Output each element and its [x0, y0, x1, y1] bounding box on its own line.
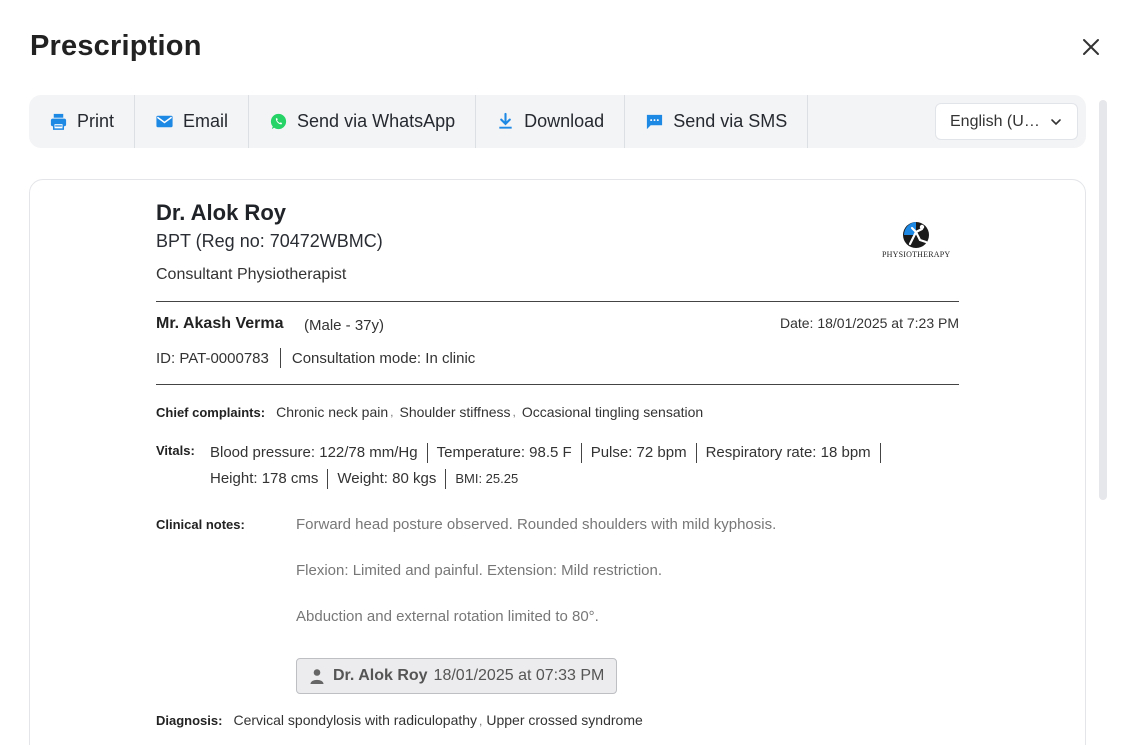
vital-weight: Weight: 80 kgs [337, 470, 437, 487]
vital-respiratory-rate: Respiratory rate: 18 bpm [705, 444, 871, 461]
vital-pulse: Pulse: 72 bpm [590, 444, 687, 461]
patient-divider [156, 384, 959, 385]
diagnosis-label: Diagnosis: [156, 712, 223, 728]
print-button[interactable]: Print [29, 95, 136, 148]
action-toolbar: Print Email Send via WhatsApp Download S… [29, 95, 1086, 148]
vital-temperature: Temperature: 98.5 F [436, 444, 572, 461]
close-button[interactable] [1078, 34, 1104, 60]
vitals-list: Blood pressure: 122/78 mm/Hg Temperature:… [210, 440, 900, 492]
complaint-item: Occasional tingling sensation [511, 404, 703, 420]
complaint-item: Chronic neck pain [276, 404, 389, 420]
diagnosis-item: Cervical spondylosis with radiculopathy [233, 712, 478, 728]
printer-icon [49, 112, 68, 131]
diagnosis-row: Diagnosis: Cervical spondylosis with rad… [156, 712, 643, 728]
doctor-name: Dr. Alok Roy [156, 200, 286, 225]
whatsapp-icon [269, 112, 288, 131]
note-author-time: 18/01/2025 at 07:33 PM [433, 667, 605, 684]
sms-label: Send via SMS [673, 111, 788, 131]
patient-meta: (Male - 37y) [304, 317, 385, 334]
download-icon [496, 112, 515, 131]
download-label: Download [524, 111, 605, 131]
modal-title: Prescription [30, 30, 202, 62]
print-label: Print [77, 111, 115, 131]
clinical-notes-label: Clinical notes: [156, 517, 245, 532]
header-divider [156, 301, 959, 302]
clinic-logo: PHYSIOTHERAPY [882, 220, 950, 266]
patient-id: ID: PAT-0000783 [156, 349, 269, 367]
vital-blood-pressure: Blood pressure: 122/78 mm/Hg [210, 444, 418, 461]
language-value: English (United States) [950, 112, 1043, 130]
note-author-badge: Dr. Alok Roy 18/01/2025 at 07:33 PM [296, 658, 618, 694]
user-icon [310, 669, 324, 684]
note-author-name: Dr. Alok Roy [333, 667, 428, 684]
vital-height: Height: 178 cms [210, 470, 319, 487]
consultation-mode: Consultation mode: In clinic [291, 349, 476, 367]
divider [279, 348, 281, 368]
close-icon [1083, 39, 1099, 55]
email-button[interactable]: Email [135, 95, 250, 148]
chevron-down-icon [1051, 118, 1061, 125]
clinical-note-line: Flexion: Limited and painful. Extension:… [296, 562, 663, 579]
scrollbar[interactable] [1099, 100, 1107, 500]
clinical-note-line: Abduction and external rotation limited … [296, 608, 599, 625]
doctor-title: Consultant Physiotherapist [156, 266, 347, 283]
patient-name: Mr. Akash Verma [156, 315, 284, 332]
consultation-date: Date: 18/01/2025 at 7:23 PM [779, 315, 959, 331]
chief-complaints-label: Chief complaints: [156, 404, 266, 420]
logo-text: PHYSIOTHERAPY [882, 250, 951, 259]
vitals-label: Vitals: [156, 443, 195, 458]
language-select[interactable]: English (United States) [935, 103, 1078, 140]
vital-bmi: BMI: 25.25 [455, 471, 519, 486]
whatsapp-button[interactable]: Send via WhatsApp [249, 95, 477, 148]
download-button[interactable]: Download [476, 95, 626, 148]
doctor-registration: BPT (Reg no: 70472WBMC) [156, 231, 383, 251]
diagnosis-item: Upper crossed syndrome [477, 712, 642, 728]
chief-complaints-row: Chief complaints: Chronic neck pain Shou… [156, 404, 703, 420]
clinical-note-line: Forward head posture observed. Rounded s… [296, 516, 777, 533]
patient-id-row: ID: PAT-0000783 Consultation mode: In cl… [156, 348, 475, 368]
email-label: Email [183, 111, 229, 131]
whatsapp-label: Send via WhatsApp [297, 111, 456, 131]
mail-icon [155, 112, 174, 131]
complaint-item: Shoulder stiffness [388, 404, 510, 420]
message-icon [645, 112, 664, 131]
sms-button[interactable]: Send via SMS [625, 95, 809, 148]
